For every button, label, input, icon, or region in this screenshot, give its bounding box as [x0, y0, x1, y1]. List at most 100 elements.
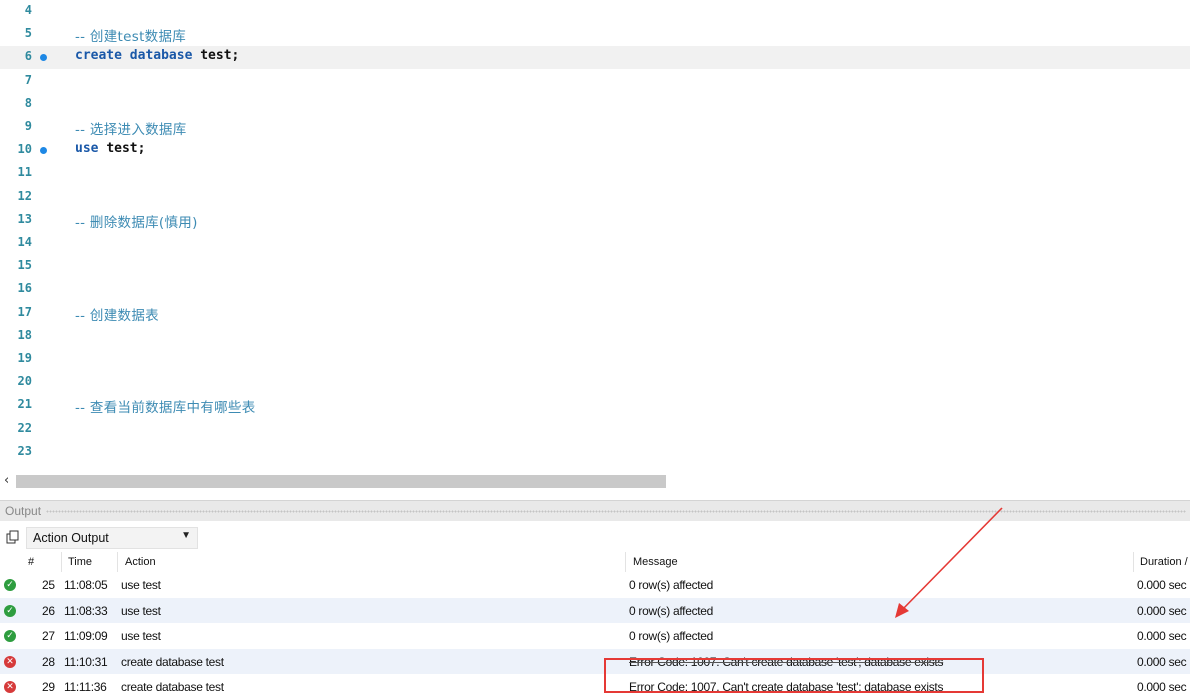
scrollbar-thumb[interactable]	[16, 475, 666, 488]
col-duration[interactable]: Duration /	[1140, 556, 1188, 568]
editor-line[interactable]: 6 create database test;	[0, 46, 1190, 70]
col-time[interactable]: Time	[68, 556, 92, 568]
line-number: 12	[17, 188, 32, 203]
col-divider[interactable]	[625, 552, 626, 572]
output-title: Output	[5, 504, 42, 518]
col-message[interactable]: Message	[633, 556, 678, 568]
row-number: 25	[42, 578, 55, 592]
x-circle-icon: ✕	[4, 681, 16, 693]
row-number: 29	[42, 680, 55, 694]
table-row[interactable]: ✕ 28 11:10:31 create database test Error Cod…	[0, 648, 1190, 674]
row-time: 11:11:36	[64, 680, 107, 694]
line-number: 19	[17, 351, 32, 365]
line-number: 20	[17, 374, 32, 389]
editor-line[interactable]: 17 -- 创建数据表	[0, 302, 1190, 325]
sql-comment: -- 查看当前数据库中有哪些表	[75, 400, 256, 417]
col-divider[interactable]	[117, 552, 118, 572]
line-number: 21	[17, 397, 32, 412]
grid-header: # Time Action Message Duration /	[0, 552, 1190, 572]
row-message: 0 row(s) affected	[629, 603, 714, 618]
editor-line[interactable]: 5 -- 创建test数据库	[0, 23, 1190, 46]
x-circle-icon: ✕	[4, 655, 16, 668]
line-number: 9	[24, 119, 32, 133]
line-number: 10	[17, 142, 32, 157]
editor-line[interactable]: 16	[0, 278, 1190, 301]
output-toolbar: Action Output ▼	[0, 524, 1190, 550]
output-panel-header: Output	[0, 500, 1190, 521]
copy-icon[interactable]	[6, 530, 20, 544]
row-duration: 0.000 sec	[1137, 654, 1187, 669]
editor-line[interactable]: 8	[0, 93, 1190, 116]
line-number: 8	[24, 95, 32, 110]
check-circle-icon: ✓	[4, 579, 16, 591]
row-duration: 0.000 sec	[1137, 629, 1187, 643]
editor-line[interactable]: 13 -- 删除数据库(慎用)	[0, 209, 1190, 232]
editor-line[interactable]: 21 -- 查看当前数据库中有哪些表	[0, 394, 1190, 417]
editor-line[interactable]: 7	[0, 70, 1190, 93]
table-row[interactable]: ✓ 26 11:08:33 use test 0 row(s) affected 0.00…	[0, 597, 1190, 623]
row-action: use test	[121, 629, 161, 643]
col-action[interactable]: Action	[125, 556, 156, 568]
col-divider[interactable]	[61, 552, 62, 572]
output-type-select[interactable]: Action Output ▼	[26, 527, 198, 549]
table-row[interactable]: ✓ 27 11:09:09 use test 0 row(s) affected 0.00…	[0, 623, 1190, 648]
sql-keyword: create database	[75, 48, 193, 64]
scroll-left-arrow[interactable]: ‹	[4, 473, 9, 488]
sql-comment: -- 删除数据库(慎用)	[75, 214, 198, 231]
output-type-value: Action Output	[33, 531, 109, 545]
row-number: 28	[42, 654, 55, 669]
line-number: 16	[17, 281, 32, 296]
table-row[interactable]: ✕ 29 11:11:36 create database test Error Cod…	[0, 674, 1190, 699]
editor-line[interactable]: 10 use test;	[0, 139, 1190, 162]
editor-line[interactable]: 22	[0, 418, 1190, 441]
row-time: 11:08:05	[64, 578, 108, 592]
line-number: 22	[17, 420, 32, 435]
editor-line[interactable]: 11	[0, 162, 1190, 185]
horizontal-scrollbar[interactable]: ‹	[0, 472, 1190, 490]
sql-statement: use test;	[75, 141, 145, 156]
row-action: use test	[121, 578, 161, 592]
statement-marker-icon	[40, 54, 47, 62]
row-number: 26	[42, 603, 55, 618]
row-number: 27	[42, 629, 55, 643]
col-num[interactable]: #	[28, 556, 34, 568]
editor-line[interactable]: 23	[0, 441, 1190, 464]
sql-comment: -- 创建数据表	[75, 307, 159, 324]
statement-marker-icon	[40, 147, 47, 155]
editor-line[interactable]: 14	[0, 232, 1190, 255]
editor-line[interactable]: 15	[0, 255, 1190, 278]
row-message: 0 row(s) affected	[629, 629, 714, 643]
line-number: 11	[17, 165, 32, 180]
editor-line[interactable]: 19	[0, 348, 1190, 371]
sql-identifier: test;	[200, 48, 240, 64]
line-number: 18	[17, 327, 32, 342]
line-number: 7	[24, 72, 32, 87]
sql-comment: -- 选择进入数据库	[75, 122, 187, 138]
line-number: 15	[17, 258, 32, 273]
editor-line[interactable]: 12	[0, 186, 1190, 209]
row-action: create database test	[121, 654, 224, 669]
row-duration: 0.000 sec	[1137, 578, 1187, 592]
row-action: use test	[121, 603, 161, 618]
chevron-down-icon: ▼	[181, 530, 191, 541]
header-grip[interactable]	[46, 510, 1186, 513]
row-message: 0 row(s) affected	[629, 578, 714, 592]
editor-line[interactable]: 20	[0, 371, 1190, 394]
editor-line[interactable]: 9 -- 选择进入数据库	[0, 116, 1190, 139]
col-divider[interactable]	[1133, 552, 1134, 572]
row-time: 11:09:09	[64, 629, 108, 643]
row-action: create database test	[121, 680, 224, 694]
row-time: 11:10:31	[64, 654, 108, 669]
row-time: 11:08:33	[64, 603, 108, 618]
sql-statement: create database test;	[75, 48, 239, 63]
line-number: 13	[17, 211, 32, 226]
check-circle-icon: ✓	[4, 630, 16, 642]
action-output-grid: # Time Action Message Duration / ✓ 25 11:0…	[0, 552, 1190, 695]
editor-line[interactable]: 4	[0, 0, 1190, 23]
editor-line[interactable]: 18	[0, 325, 1190, 348]
line-number: 5	[24, 26, 32, 41]
line-number: 14	[17, 235, 32, 249]
sql-comment: -- 创建test数据库	[75, 29, 187, 46]
sql-editor[interactable]: 4 5 -- 创建test数据库 6 create database test; 7 8 9 -…	[0, 0, 1190, 470]
table-row[interactable]: ✓ 25 11:08:05 use test 0 row(s) affected 0.00…	[0, 572, 1190, 597]
